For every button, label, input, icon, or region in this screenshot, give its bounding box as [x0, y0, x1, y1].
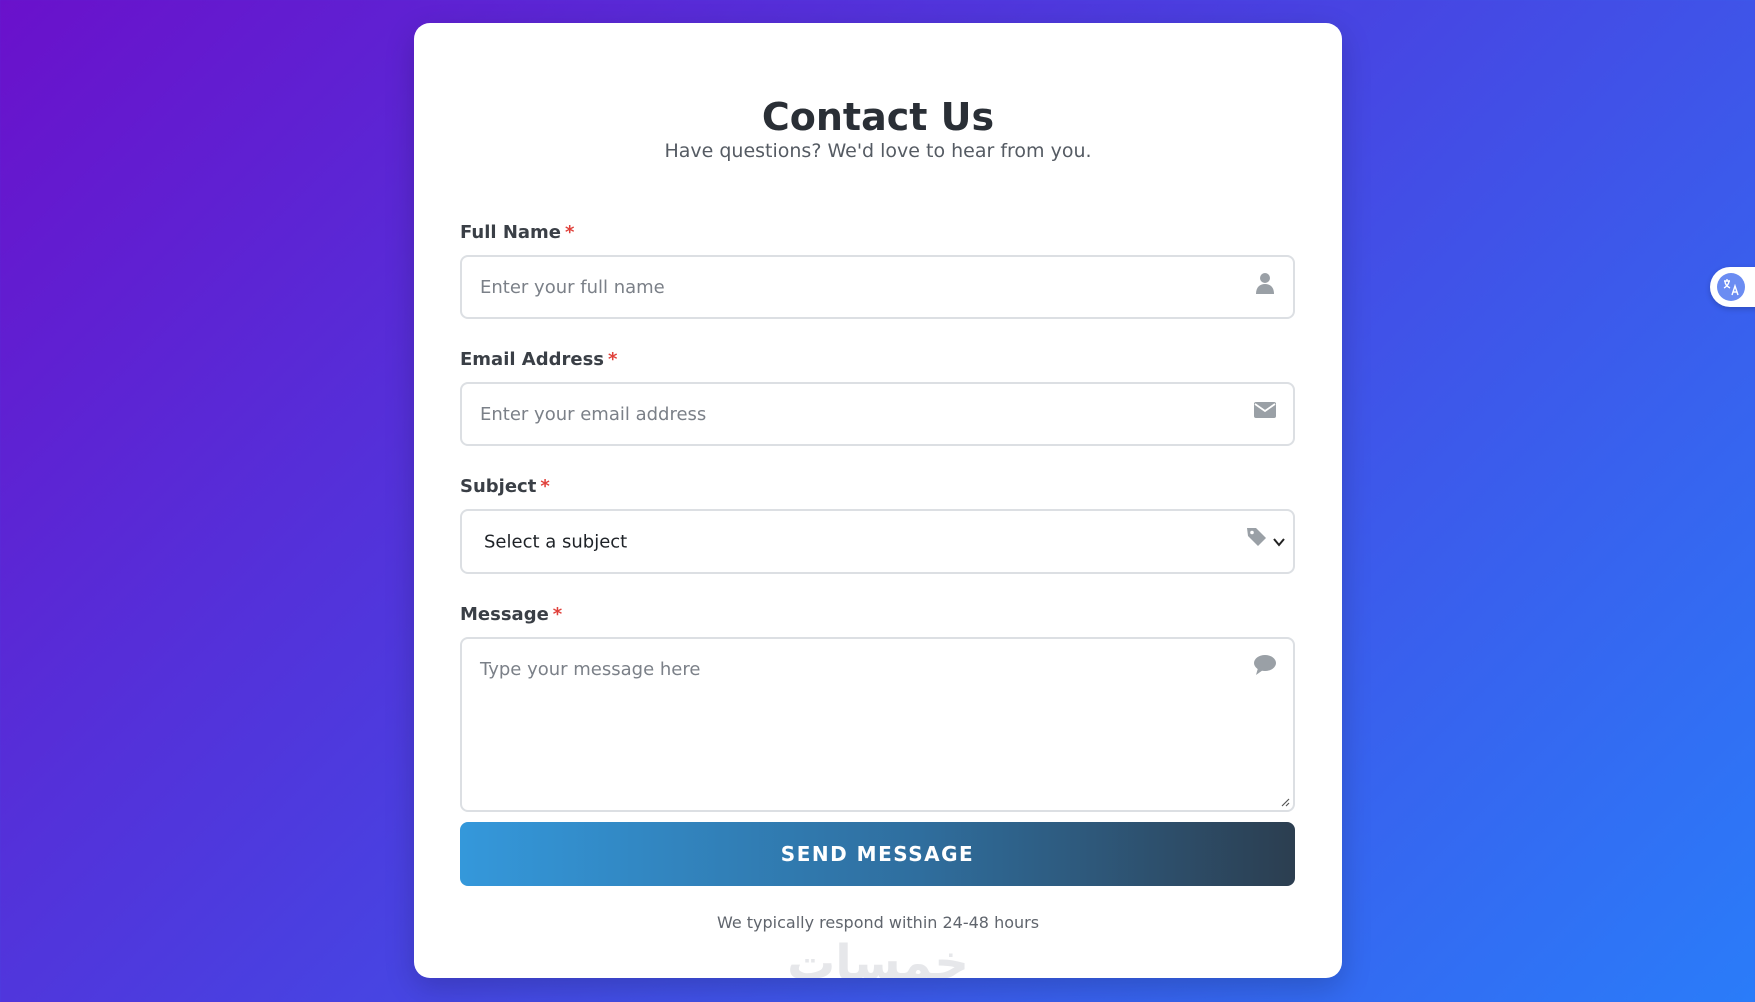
message-field[interactable] — [460, 637, 1295, 812]
subject-label: Subject * — [460, 476, 550, 497]
translate-icon[interactable] — [1717, 273, 1745, 301]
email-input[interactable] — [462, 384, 1293, 444]
message-label: Message * — [460, 604, 562, 625]
translate-widget[interactable] — [1710, 267, 1755, 307]
required-marker: * — [540, 476, 550, 497]
message-label-text: Message — [460, 604, 549, 625]
required-marker: * — [565, 222, 575, 243]
send-message-button[interactable]: SEND MESSAGE — [460, 822, 1295, 886]
subject-label-text: Subject — [460, 476, 537, 497]
email-label: Email Address * — [460, 349, 617, 370]
page-title: Contact Us — [761, 95, 995, 139]
page-subtitle: Have questions? We'd love to hear from y… — [664, 140, 1092, 162]
user-icon — [1256, 273, 1274, 294]
contact-card: Contact Us Have questions? We'd love to … — [414, 23, 1342, 978]
chevron-down-icon[interactable] — [1273, 537, 1285, 547]
watermark-logo: خمسات — [787, 935, 969, 978]
required-marker: * — [552, 604, 563, 625]
email-field[interactable] — [460, 382, 1295, 446]
email-label-text: Email Address — [460, 349, 605, 370]
full-name-label: Full Name * — [460, 222, 574, 243]
comment-icon — [1254, 655, 1276, 675]
subject-selected-value: Select a subject — [484, 531, 628, 552]
required-marker: * — [608, 349, 618, 370]
response-time-note: We typically respond within 24-48 hours — [716, 913, 1040, 932]
envelope-icon — [1254, 402, 1276, 418]
subject-select[interactable]: Select a subject — [460, 509, 1295, 574]
resize-handle[interactable] — [1280, 797, 1290, 807]
full-name-field[interactable] — [460, 255, 1295, 319]
full-name-label-text: Full Name — [460, 222, 561, 243]
message-textarea[interactable] — [462, 639, 1293, 810]
full-name-input[interactable] — [462, 257, 1293, 317]
tag-icon — [1247, 528, 1266, 546]
